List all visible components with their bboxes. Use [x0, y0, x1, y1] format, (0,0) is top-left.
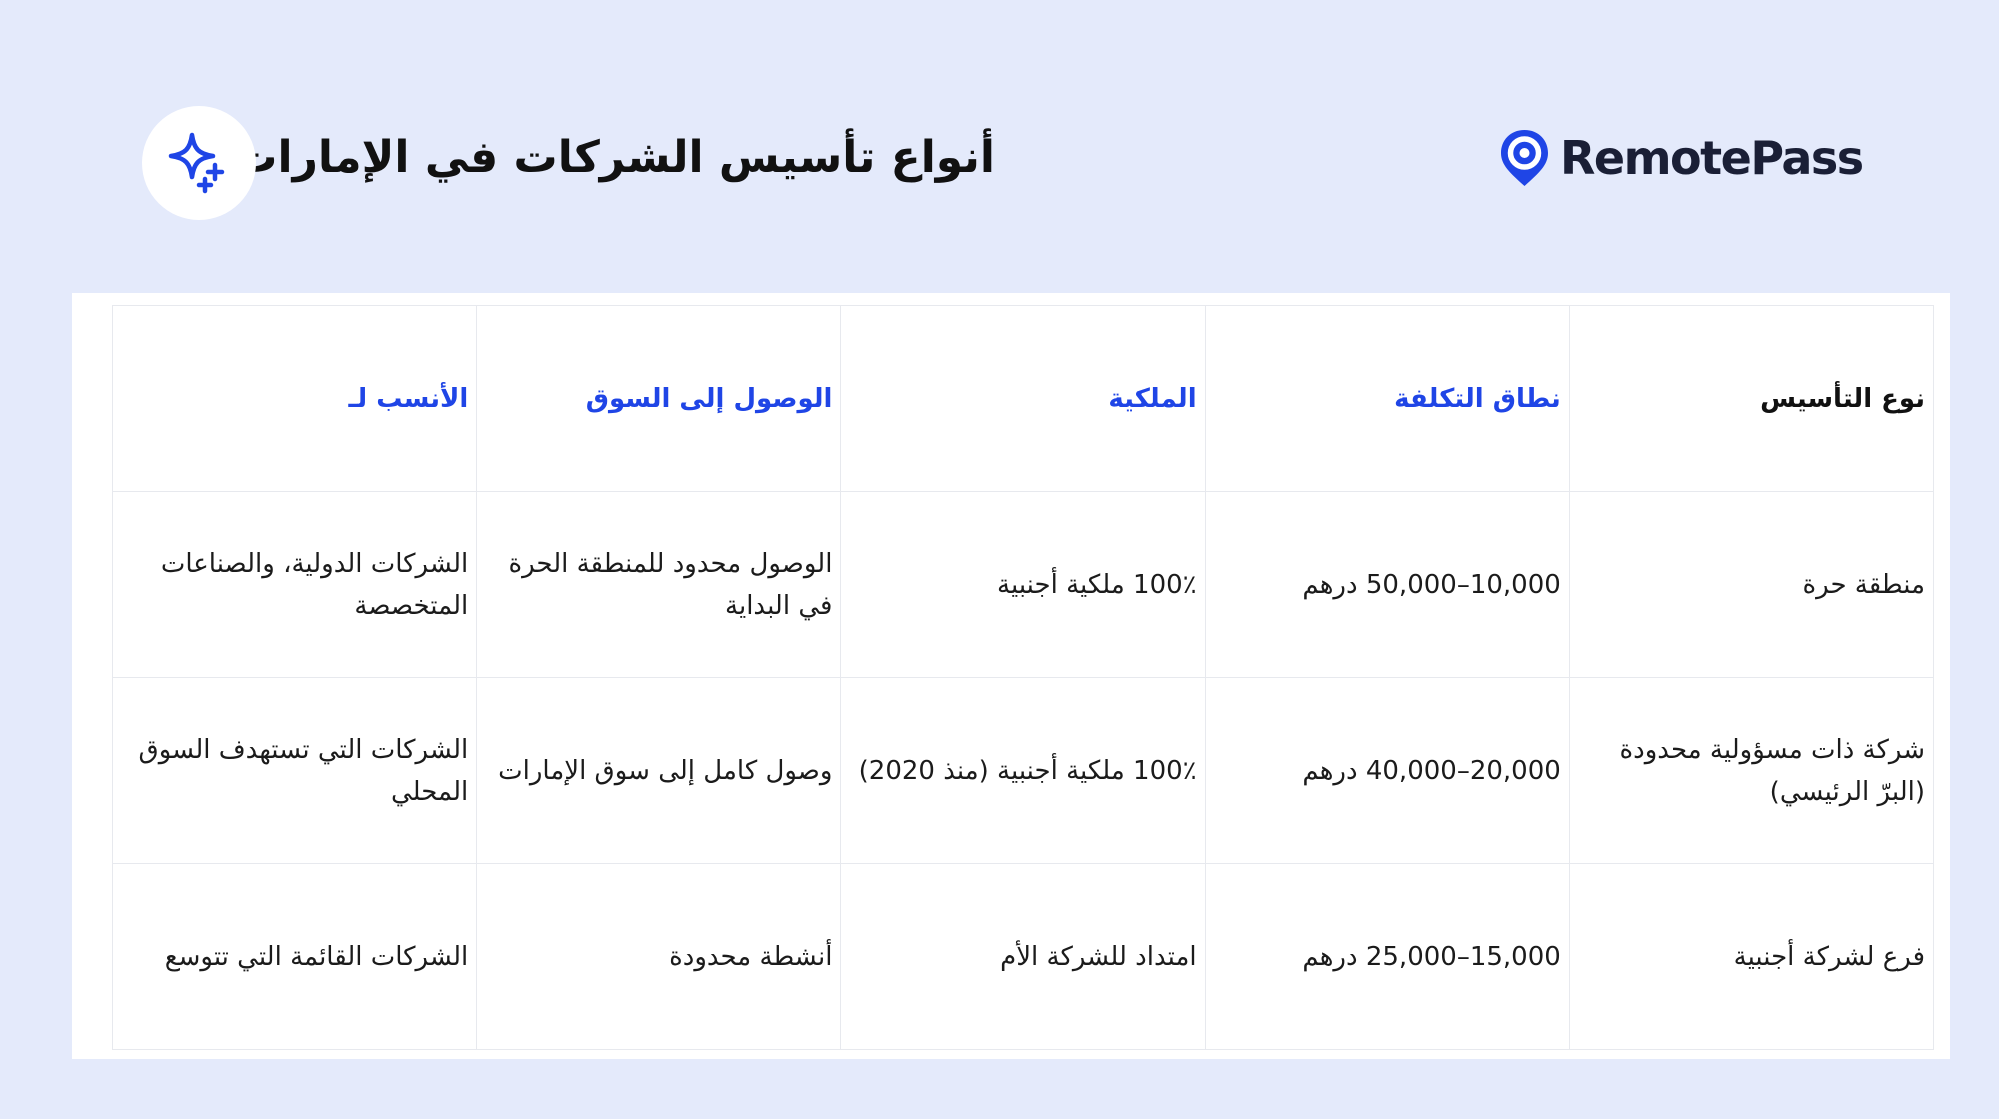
cell-market-access: أنشطة محدودة — [476, 863, 842, 1050]
table-row: فرع لشركة أجنبية 15,000–25,000 درهم امتد… — [111, 863, 1935, 1050]
column-header-market-access: الوصول إلى السوق — [476, 305, 842, 492]
cell-best-for: الشركات التي تستهدف السوق المحلي — [111, 677, 478, 864]
cell-type: منطقة حرة — [1568, 491, 1935, 678]
cell-type: فرع لشركة أجنبية — [1568, 863, 1935, 1050]
company-types-table: نوع التأسيس نطاق التكلفة الملكية الوصول … — [111, 305, 1935, 1050]
table-card: نوع التأسيس نطاق التكلفة الملكية الوصول … — [72, 293, 1950, 1059]
sparkle-badge — [142, 106, 256, 220]
table-header-row: نوع التأسيس نطاق التكلفة الملكية الوصول … — [111, 305, 1935, 492]
column-header-ownership: الملكية — [840, 305, 1206, 492]
table-row: شركة ذات مسؤولية محدودة (البرّ الرئيسي) … — [111, 677, 1935, 864]
cell-ownership: امتداد للشركة الأم — [840, 863, 1206, 1050]
cell-market-access: وصول كامل إلى سوق الإمارات — [476, 677, 842, 864]
column-header-cost: نطاق التكلفة — [1204, 305, 1570, 492]
sparkle-icon — [168, 132, 225, 194]
cell-type: شركة ذات مسؤولية محدودة (البرّ الرئيسي) — [1568, 677, 1935, 864]
cell-ownership: 100٪ ملكية أجنبية (منذ 2020) — [840, 677, 1206, 864]
cell-best-for: الشركات الدولية، والصناعات المتخصصة — [111, 491, 478, 678]
logo-wordmark: RemotePass — [1560, 131, 1864, 185]
cell-cost: 20,000–40,000 درهم — [1204, 677, 1570, 864]
cell-cost: 10,000–50,000 درهم — [1204, 491, 1570, 678]
column-header-type: نوع التأسيس — [1568, 305, 1935, 492]
cell-cost: 15,000–25,000 درهم — [1204, 863, 1570, 1050]
cell-market-access: الوصول محدود للمنطقة الحرة في البداية — [476, 491, 842, 678]
remotepass-logo: RemotePass — [1497, 128, 1864, 188]
cell-best-for: الشركات القائمة التي تتوسع — [111, 863, 478, 1050]
cell-ownership: 100٪ ملكية أجنبية — [840, 491, 1206, 678]
table-row: منطقة حرة 10,000–50,000 درهم 100٪ ملكية … — [111, 491, 1935, 678]
location-pin-icon — [1501, 130, 1548, 186]
column-header-best-for: الأنسب لـ — [111, 305, 478, 492]
page-title: أنواع تأسيس الشركات في الإمارات — [233, 132, 995, 183]
